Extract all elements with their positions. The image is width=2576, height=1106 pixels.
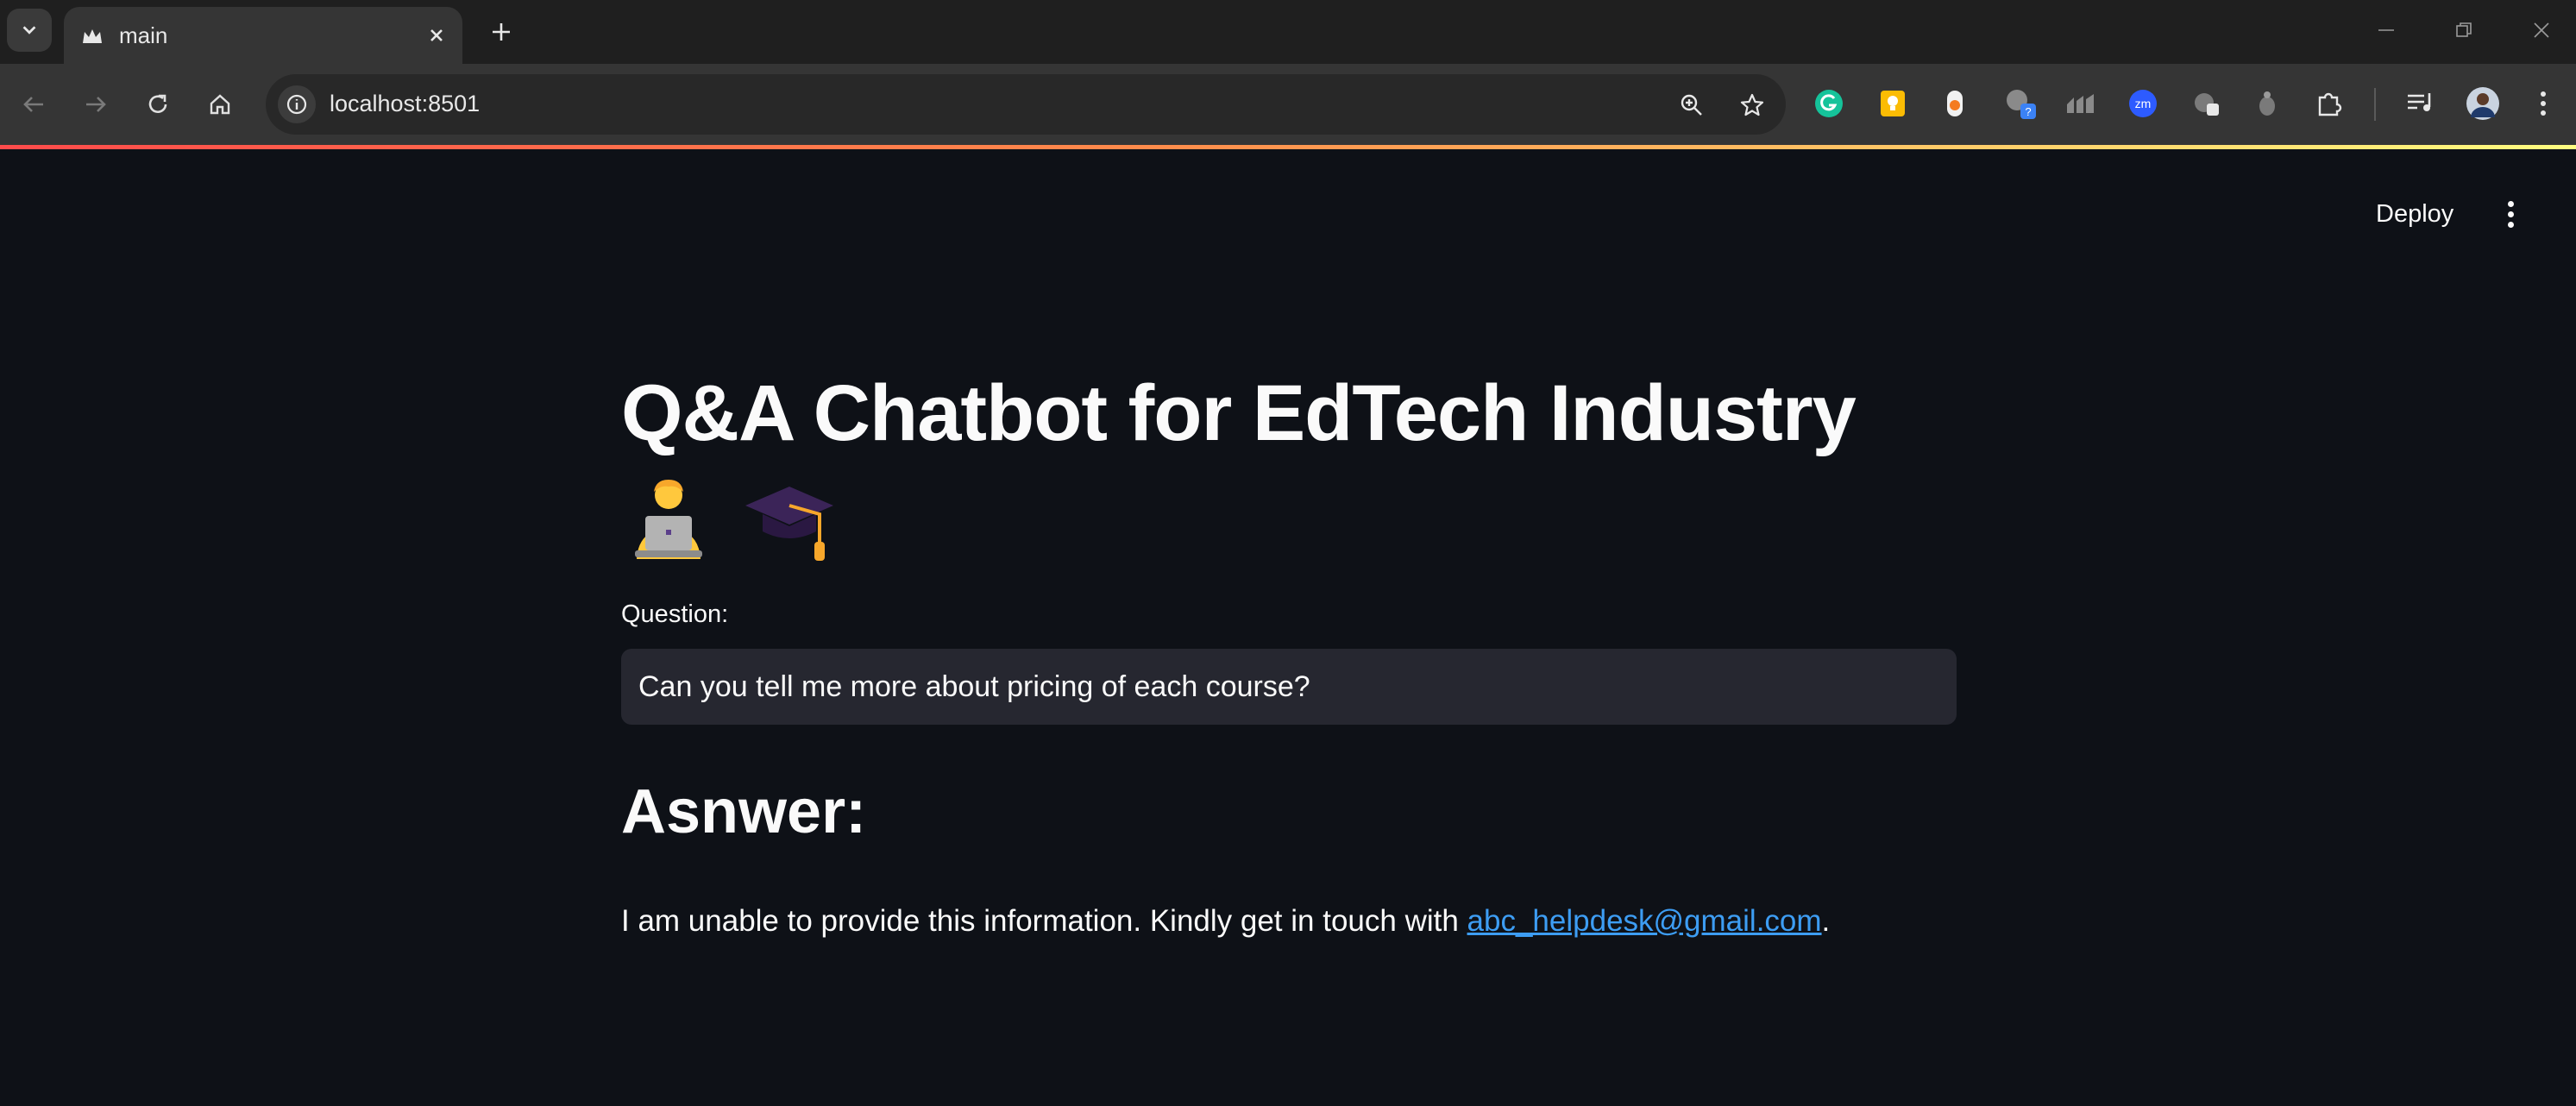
address-bar[interactable]: localhost:8501 — [266, 74, 1786, 135]
url-text[interactable]: localhost:8501 — [330, 91, 480, 117]
extension-icon[interactable] — [1938, 86, 1972, 121]
streamlit-decoration-bar — [0, 145, 2576, 149]
answer-text: I am unable to provide this information.… — [621, 904, 1830, 939]
bookmark-star-icon[interactable] — [1736, 89, 1769, 122]
plus-icon — [493, 23, 510, 41]
browser-tab[interactable]: main — [64, 7, 462, 64]
tab-search-button[interactable] — [7, 9, 52, 52]
title-emojis — [621, 471, 1957, 566]
media-playlist-icon[interactable] — [2403, 86, 2438, 121]
analytics-icon[interactable] — [2064, 86, 2098, 121]
deploy-button[interactable]: Deploy — [2364, 193, 2466, 235]
browser-tab-strip: main — [0, 0, 2576, 64]
technologist-emoji-icon — [635, 480, 702, 559]
home-button[interactable] — [198, 83, 242, 126]
home-icon — [210, 94, 230, 115]
svg-text:?: ? — [2025, 105, 2031, 118]
back-button[interactable] — [12, 83, 55, 126]
window-close-icon — [2534, 22, 2549, 38]
graduation-cap-emoji-icon — [745, 487, 833, 561]
question-input[interactable] — [621, 649, 1957, 725]
extension-badge-icon[interactable]: ? — [2003, 86, 2038, 121]
new-tab-button[interactable] — [485, 16, 518, 48]
minimize-icon — [2378, 29, 2394, 31]
keep-icon[interactable] — [1875, 86, 1910, 121]
minimize-button[interactable] — [2369, 16, 2403, 45]
extension-icon[interactable] — [2250, 86, 2284, 121]
dot — [2507, 221, 2514, 228]
profile-avatar[interactable] — [2466, 86, 2500, 121]
toolbar-divider — [2374, 88, 2376, 121]
arrow-right-icon — [86, 97, 106, 112]
app-menu-button[interactable] — [2493, 193, 2528, 235]
reload-icon — [148, 94, 167, 113]
main-content: Q&A Chatbot for EdTech Industry Question… — [621, 362, 1957, 938]
extension-icon[interactable] — [2190, 86, 2224, 121]
zoom-icon[interactable]: zm — [2126, 86, 2160, 121]
answer-heading: Asnwer: — [621, 777, 867, 846]
site-info-icon[interactable] — [278, 85, 316, 123]
browser-menu-icon[interactable] — [2526, 86, 2560, 121]
dot — [2507, 211, 2514, 217]
question-label: Question: — [621, 600, 729, 628]
arrow-left-icon — [23, 97, 43, 112]
svg-text:zm: zm — [2135, 97, 2152, 110]
restore-icon — [2456, 22, 2472, 37]
answer-suffix: . — [1821, 904, 1831, 938]
page-title-text: Q&A Chatbot for EdTech Industry — [621, 369, 1857, 457]
tab-title: main — [119, 22, 168, 48]
forward-button[interactable] — [74, 83, 117, 126]
streamlit-crown-icon — [83, 29, 102, 43]
chevron-down-icon — [22, 26, 36, 35]
reload-button[interactable] — [136, 83, 179, 126]
dot — [2507, 200, 2514, 207]
grammarly-icon[interactable] — [1812, 86, 1846, 121]
browser-toolbar: localhost:8501 ? zm — [0, 64, 2576, 145]
restore-button[interactable] — [2447, 16, 2481, 45]
window-close-button[interactable] — [2524, 16, 2559, 45]
answer-prefix: I am unable to provide this information.… — [621, 904, 1467, 938]
extensions-puzzle-icon[interactable] — [2312, 86, 2347, 121]
close-icon[interactable] — [423, 22, 450, 49]
page-title: Q&A Chatbot for EdTech Industry — [621, 362, 1957, 464]
zoom-in-icon[interactable] — [1675, 89, 1708, 122]
helpdesk-email-link[interactable]: abc_helpdesk@gmail.com — [1467, 904, 1822, 938]
